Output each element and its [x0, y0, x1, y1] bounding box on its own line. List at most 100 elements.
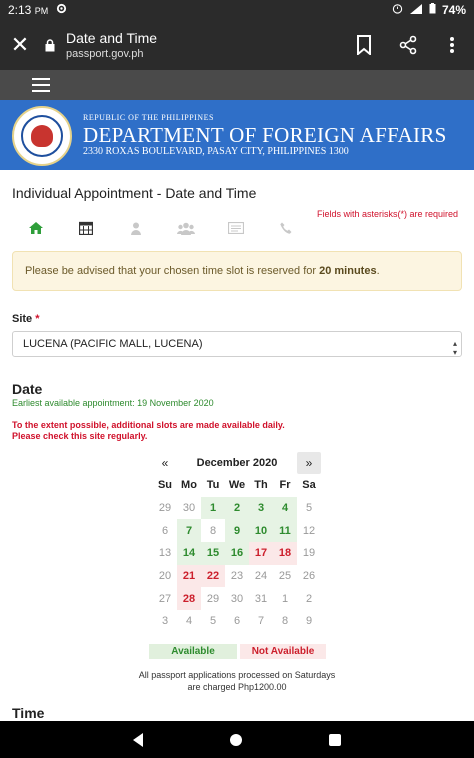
- earliest-appointment: Earliest available appointment: 19 Novem…: [12, 398, 214, 408]
- card-icon[interactable]: [224, 218, 248, 238]
- calendar-month-title[interactable]: December 2020: [177, 457, 297, 469]
- browser-toolbar: ✕ Date and Time passport.gov.ph: [0, 20, 474, 70]
- calendar-day-available[interactable]: 15: [201, 542, 225, 565]
- calendar-day-available[interactable]: 7: [177, 519, 201, 543]
- status-left: 2:13 PM: [8, 3, 67, 17]
- calendar-day: 9: [305, 615, 313, 628]
- site-navbar: [0, 70, 474, 100]
- calendar-day: 6: [233, 615, 241, 628]
- status-bar: 2:13 PM 74%: [0, 0, 474, 20]
- weekday-header: Mo: [181, 479, 197, 492]
- status-right: 74%: [392, 3, 466, 17]
- bookmark-icon[interactable]: [342, 35, 386, 55]
- banner-republic: REPUBLIC OF THE PHILIPPINES: [83, 113, 214, 122]
- calendar-day-available[interactable]: 14: [177, 542, 201, 565]
- calendar-day-available[interactable]: 10: [249, 519, 273, 543]
- calendar-day: 30: [230, 592, 244, 605]
- date-section-title: Date: [12, 381, 43, 397]
- calendar-next-button[interactable]: »: [297, 452, 321, 474]
- progress-steps: [24, 218, 298, 238]
- weekday-header: Su: [157, 479, 173, 492]
- android-nav-bar: [0, 721, 474, 758]
- calendar-day-unavailable: 17: [249, 542, 273, 565]
- time-section-title: Time: [12, 705, 45, 721]
- calendar-day: 19: [302, 547, 316, 560]
- calendar-day: 8: [281, 615, 289, 628]
- person-icon[interactable]: [124, 218, 148, 238]
- calendar-day-unavailable: 18: [273, 542, 297, 565]
- banner-department: DEPARTMENT OF FOREIGN AFFAIRS: [83, 123, 447, 147]
- calendar-day-available[interactable]: 2: [225, 496, 249, 520]
- status-time: 2:13 PM: [8, 3, 49, 17]
- settings-icon: [56, 3, 67, 17]
- calendar-day: 25: [278, 570, 292, 583]
- alarm-icon: [392, 3, 403, 17]
- calendar-day-available[interactable]: 11: [273, 519, 297, 543]
- home-button-icon[interactable]: [229, 733, 242, 746]
- weekday-header: Fr: [279, 479, 291, 492]
- calendar-day: 2: [305, 592, 313, 605]
- calendar-day: 29: [206, 592, 220, 605]
- calendar-day: 27: [158, 592, 172, 605]
- availability-note-line-2: Please check this site regularly.: [12, 431, 148, 441]
- calendar-day: 12: [302, 524, 316, 537]
- required-fields-note: Fields with asterisks(*) are required: [317, 209, 459, 219]
- calendar-day-available[interactable]: 4: [273, 496, 297, 520]
- weekday-header: Tu: [206, 479, 220, 492]
- calendar-day-available[interactable]: 16: [225, 542, 249, 565]
- site-label: Site *: [12, 313, 40, 325]
- legend-not-available: Not Available: [240, 644, 326, 659]
- recent-apps-icon[interactable]: [328, 733, 341, 746]
- group-icon[interactable]: [174, 218, 198, 238]
- hamburger-menu-icon[interactable]: [32, 78, 50, 92]
- availability-note-line-1: To the extent possible, additional slots…: [12, 420, 285, 430]
- select-arrows-icon: ▴ ▾: [452, 339, 457, 357]
- availability-note: To the extent possible, additional slots…: [12, 420, 285, 442]
- notice-text: Please be advised that your chosen time …: [25, 265, 320, 277]
- calendar-day: 20: [158, 570, 172, 583]
- notice-suffix: .: [376, 265, 380, 277]
- weekday-header: Sa: [302, 479, 316, 492]
- dfa-banner: REPUBLIC OF THE PHILIPPINES DEPARTMENT O…: [0, 100, 474, 170]
- lock-icon: [40, 38, 60, 52]
- dfa-seal-logo: [12, 106, 72, 166]
- site-select-value: LUCENA (PACIFIC MALL, LUCENA): [23, 338, 203, 350]
- close-icon[interactable]: ✕: [0, 32, 40, 58]
- signal-icon: [409, 3, 423, 17]
- calendar-day-available[interactable]: 9: [225, 519, 249, 543]
- calendar-day-available[interactable]: 3: [249, 496, 273, 520]
- calendar-day: 8: [209, 524, 217, 537]
- calendar-day: 23: [230, 570, 244, 583]
- calendar-day: 6: [161, 524, 169, 537]
- calendar-day: 31: [254, 592, 268, 605]
- browser-titles[interactable]: Date and Time passport.gov.ph: [60, 30, 342, 60]
- calendar-icon[interactable]: [74, 218, 98, 238]
- legend-available: Available: [149, 644, 237, 659]
- calendar-day: 4: [185, 615, 193, 628]
- notice-duration: 20 minutes: [319, 265, 377, 277]
- phone-icon[interactable]: [274, 218, 298, 238]
- back-icon[interactable]: [133, 732, 144, 747]
- calendar-day: 29: [158, 502, 172, 515]
- calendar-day: 3: [161, 615, 169, 628]
- calendar-day: 5: [305, 502, 313, 515]
- battery-icon: [429, 3, 436, 17]
- page-title: Individual Appointment - Date and Time: [12, 185, 257, 201]
- browser-title: Date and Time: [66, 30, 158, 46]
- home-icon[interactable]: [24, 218, 48, 238]
- calendar-day-unavailable: 22: [201, 564, 225, 588]
- weekday-header: We: [228, 479, 246, 492]
- share-icon[interactable]: [386, 35, 430, 55]
- calendar-day-available[interactable]: 1: [201, 496, 225, 520]
- calendar-day-unavailable: 28: [177, 587, 201, 611]
- browser-url: passport.gov.ph: [66, 48, 144, 60]
- calendar-day-unavailable: 21: [177, 564, 201, 588]
- site-select[interactable]: LUCENA (PACIFIC MALL, LUCENA) ▴ ▾: [12, 331, 462, 357]
- time-slot-notice: Please be advised that your chosen time …: [12, 251, 462, 291]
- battery-percent: 74%: [441, 3, 466, 17]
- calendar-day: 7: [257, 615, 265, 628]
- calendar-day: 5: [209, 615, 217, 628]
- calendar-prev-button[interactable]: «: [153, 452, 177, 474]
- more-vert-icon[interactable]: [430, 35, 474, 55]
- calendar-day: 1: [281, 592, 289, 605]
